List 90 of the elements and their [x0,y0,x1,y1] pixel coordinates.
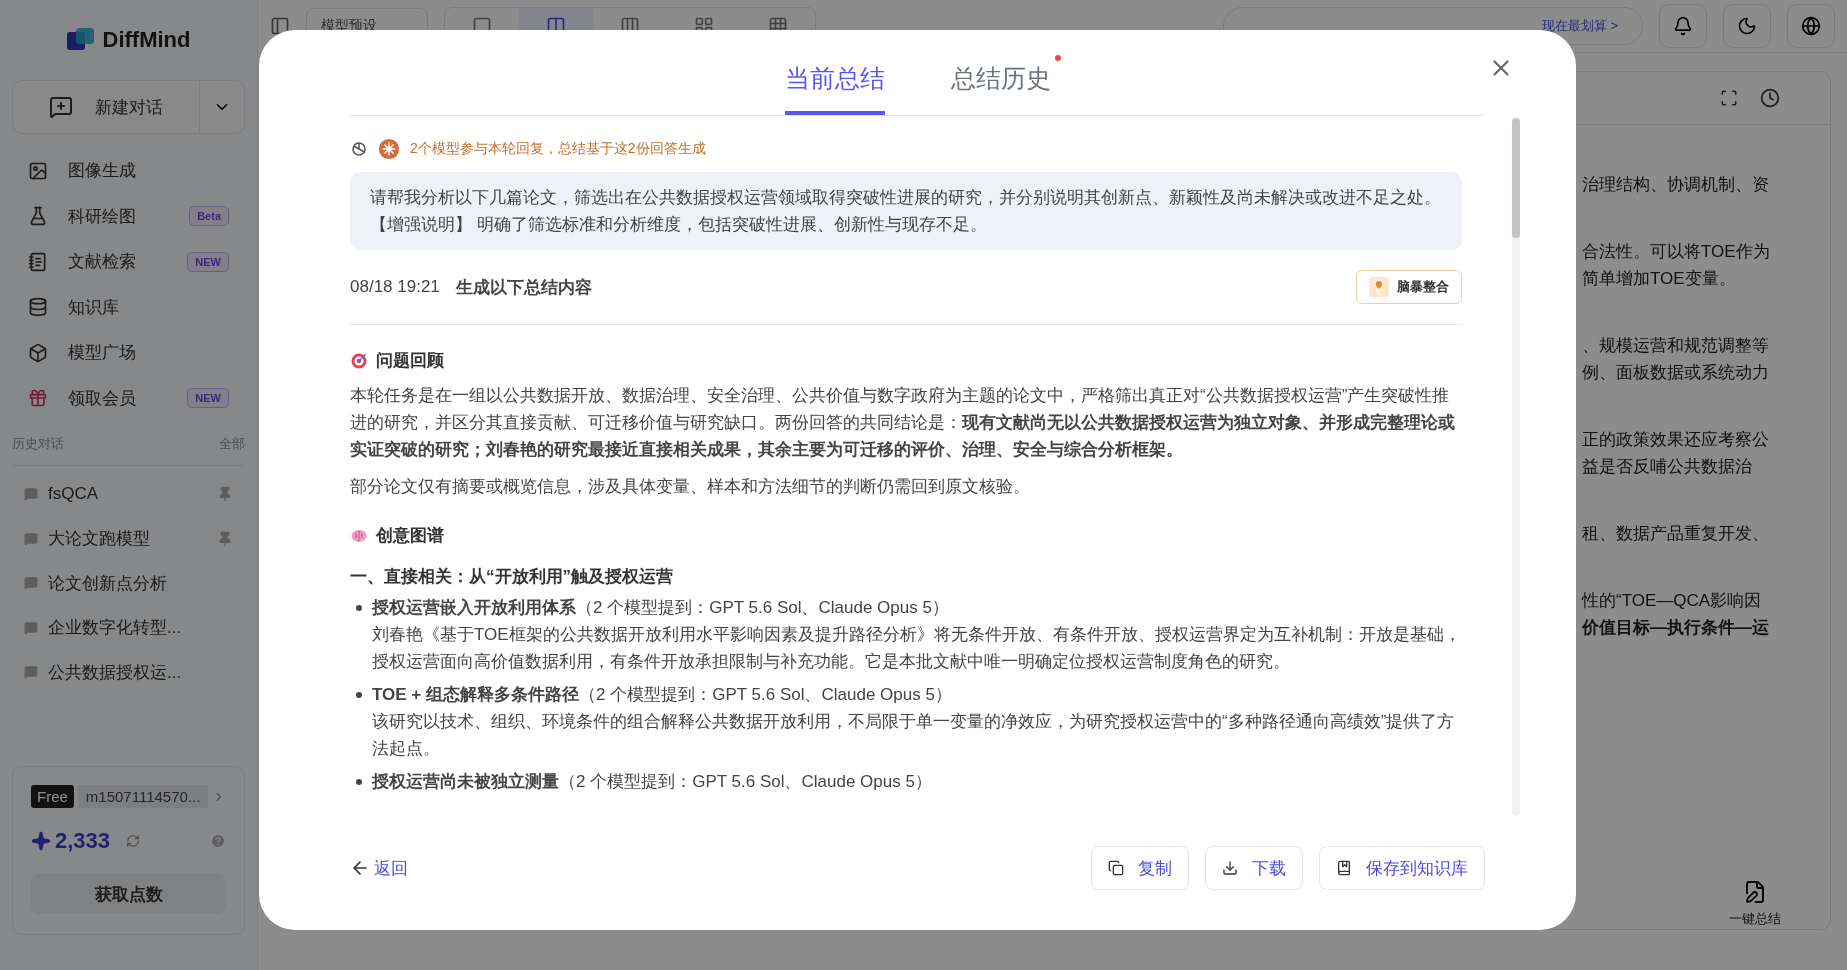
chat-icon [24,620,38,635]
globe-icon [1801,16,1821,36]
history-icon [1760,88,1780,108]
nav-icon [28,160,48,181]
history-item[interactable]: 论文创新点分析 [12,561,245,606]
history-item[interactable]: 大论文跑模型 [12,516,245,561]
plan-badge: Free [31,785,74,808]
answer-text-line: 正的政策效果还应考察公 [1582,429,1770,451]
timestamp: 08/18 19:21 [350,277,440,297]
nav-item[interactable]: 模型广场 [12,330,245,376]
answer-text-line: 、规模运营和规范调整等 [1582,335,1770,357]
models-note: 2个模型参与本轮回复，总结基于这2份回答生成 [410,140,706,158]
nav-item[interactable]: 图像生成 [12,148,245,194]
subsection-heading: 一、直接相关：从“开放利用”触及授权运营 [350,566,674,588]
notifications-button[interactable] [1659,4,1707,48]
language-button[interactable] [1787,4,1835,48]
sunburst-icon [378,138,400,160]
book-icon [1336,860,1352,876]
action-button[interactable]: 保存到知识库 [1319,846,1485,890]
summarize-button[interactable]: 一键总结 [1700,879,1810,929]
nav-icon [28,251,48,272]
chat-plus-icon [49,95,73,119]
back-link[interactable]: 返回 [350,856,408,880]
chat-icon [24,576,38,591]
answer-text-line: 价值目标—执行条件—运 [1582,617,1770,639]
bullet-text: 该研究以技术、组织、环境条件的组合解释公共数据开放利用，不局限于单一变量的净效应，为研究授权运营中的“多种路径通向高绩效”提供了方法起点。 [372,711,1456,760]
action-button[interactable]: 下载 [1205,846,1303,890]
get-points-button[interactable]: 获取点数 [31,874,226,914]
answer-text-line: 益是否反哺公共数据治 [1582,456,1753,478]
nav-icon [28,342,48,363]
bullet-title: 授权运营嵌入开放利用体系（2 个模型提到：GPT 5.6 Sol、Claude Opus 5） [372,597,950,619]
dialog-tab[interactable]: 总结历史 [950,30,1051,115]
logo-icon [66,28,95,52]
moon-icon [1737,16,1757,36]
summary-heading: 生成以下总结内容 [455,276,592,299]
bullet-title: TOE + 组态解释多条件路径（2 个模型提到：GPT 5.6 Sol、Claude Opus 5） [372,684,953,706]
bullet-icon [356,605,362,611]
answer-text-line: 例、面板数据或系统动力 [1582,362,1770,384]
theme-button[interactable] [1723,4,1771,48]
nav-badge: Beta [189,206,229,227]
bullet-title: 授权运营尚未被独立测量（2 个模型提到：GPT 5.6 Sol、Claude Opus 5） [372,771,932,793]
answer-text-line: 租、数据产品重复开发、 [1582,523,1770,545]
edit-document-icon [1743,880,1767,904]
refresh-icon [126,834,141,848]
prompt-text: 【增强说明】 明确了筛选标准和分析维度，包括突破性进展、创新性与现存不足。 [370,214,988,235]
nav-item[interactable]: 文献检索 NEW [12,239,245,285]
dialog-tab[interactable]: 当前总结 [784,30,885,115]
prompt-text: 请帮我分析以下几篇论文，筛选出在公共数据授权运营领域取得突破性进展的研究，并分别说明其创新点、新颖性及尚未解决或改进不足之处。 [370,187,1442,208]
lightbulb-icon [1369,277,1389,297]
nav-icon [28,297,48,318]
chat-icon [24,487,38,502]
answer-text-line: 治理结构、协调机制、资 [1582,174,1770,196]
username: m15071114570... [77,785,209,808]
copy-icon [1108,860,1124,876]
history-item[interactable]: fsQCA [12,472,245,517]
new-chat-control[interactable]: 新建对话 [12,80,245,134]
expand-icon [1720,89,1738,107]
help-icon [210,833,226,849]
app-logo-text: DiffMind [102,27,191,53]
nav-badge: NEW [187,251,229,272]
history-item[interactable]: 企业数字化转型... [12,605,245,650]
nav-item[interactable]: 知识库 [12,284,245,330]
bullet-icon [356,692,362,698]
bullet-icon [356,779,362,785]
history-title: 历史对话 [12,435,64,453]
answer-text-line: 简单增加TOE变量。 [1582,268,1737,290]
nav-badge: NEW [187,388,229,409]
section-heading: 问题回顾 [376,350,444,372]
section-heading: 创意图谱 [376,525,444,547]
new-chat-button[interactable]: 新建对话 [13,81,200,133]
points-value: 2,333 [55,828,111,854]
sparkle-icon [31,831,51,851]
download-icon [1222,860,1238,876]
chat-icon [24,665,38,680]
answer-text-line: 性的“TOE—QCA影响因 [1582,590,1763,612]
history-item[interactable]: 公共数据授权运... [12,650,245,695]
nav-item[interactable]: 领取会员 NEW [12,375,245,421]
summary-paragraph: 本轮任务是在一组以公共数据开放、数据治理、安全治理、公共价值与数字政府为主题的论文中，严格筛出真正对“公共数据授权运营”产生突破性推进的研究，并区分其直接贡献、可迁移价值与研究缺口。两份回答的共同结论是：现有文献尚无以公共数据授权运营为独立对象、并形成完整理论或实证突破的研究；刘春艳的研究最接近直接相关成果，其余主要为可迁移的评价、治理、安全与综合分析框架。 [350,385,1456,461]
nav-icon [28,206,48,227]
target-icon [350,351,368,370]
nav-item[interactable]: 科研绘图 Beta [12,193,245,239]
summary-paragraph: 部分论文仅有摘要或概览信息，涉及具体变量、样本和方法细节的判断仍需回到原文核验。 [350,476,1031,498]
answer-text-line: 合法性。可以将TOE作为 [1582,241,1771,263]
brainstorm-button[interactable]: 脑暴整合 [1356,270,1462,304]
action-button[interactable]: 复制 [1091,846,1189,890]
nav-icon [28,388,48,409]
bullet-text: 刘春艳《基于TOE框架的公共数据开放利用水平影响因素及提升路径分析》将无条件开放、有条件开放、授权运营界定为互补机制：开放是基础，授权运营面向高价值数据利用，有条件开放承担限制与补充功能。它是本批文献中唯一明确定位授权运营制度角色的研究。 [372,624,1462,673]
chat-icon [24,531,38,546]
bell-icon [1673,16,1693,36]
scrollbar[interactable] [1512,118,1520,816]
